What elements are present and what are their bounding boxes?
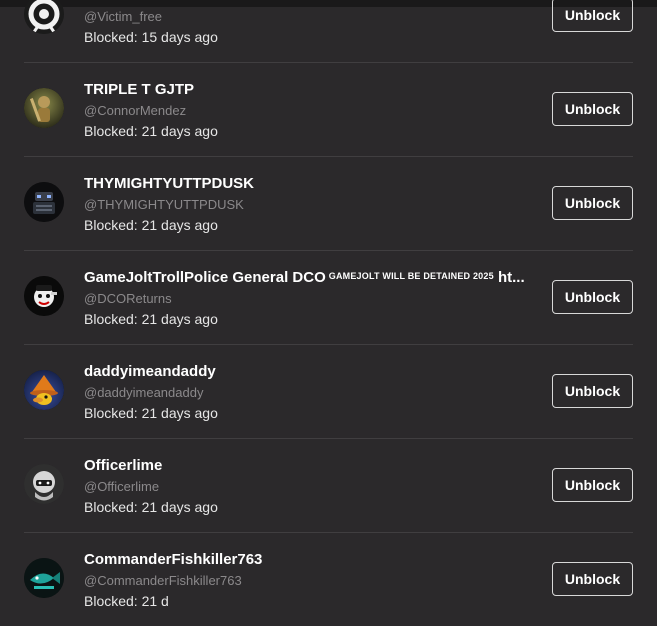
- user-handle[interactable]: @DCOReturns: [84, 291, 172, 306]
- user-handle[interactable]: @ConnorMendez: [84, 103, 186, 118]
- blocked-user-row: Officerlime @Officerlime Blocked: 21 day…: [24, 439, 633, 533]
- user-handle[interactable]: @THYMIGHTYUTTPDUSK: [84, 197, 244, 212]
- blocked-user-row: TRIPLE T GJTP @ConnorMendez Blocked: 21 …: [24, 63, 633, 157]
- user-handle[interactable]: @Victim_free: [84, 9, 162, 24]
- blocked-user-row: CommanderFishkiller763 @CommanderFishkil…: [24, 533, 633, 626]
- user-handle[interactable]: @Officerlime: [84, 479, 159, 494]
- user-display-name-text: GameJoltTrollPolice General DCO: [84, 269, 326, 286]
- unblock-button[interactable]: Unblock: [552, 468, 633, 502]
- blocked-duration: Blocked: 21 days ago: [84, 123, 218, 139]
- blocked-user-row: daddyimeandaddy @daddyimeandaddy Blocked…: [24, 345, 633, 439]
- blocked-duration: Blocked: 21 days ago: [84, 405, 218, 421]
- blocked-duration: Blocked: 21 days ago: [84, 217, 218, 233]
- user-display-name[interactable]: CommanderFishkiller763: [84, 551, 262, 568]
- wizard-avatar-icon[interactable]: [24, 370, 64, 410]
- user-display-name[interactable]: Officerlime: [84, 457, 162, 474]
- unblock-button[interactable]: Unblock: [552, 0, 633, 32]
- victim-avatar-icon[interactable]: [24, 0, 64, 34]
- helmet-avatar-icon[interactable]: [24, 464, 64, 504]
- user-display-name-tag: GAMEJOLT WILL BE DETAINED 2025: [328, 271, 494, 281]
- user-display-name-suffix: ht...: [497, 269, 525, 286]
- blocked-user-row: THYMIGHTYUTTPDUSK @THYMIGHTYUTTPDUSK Blo…: [24, 157, 633, 251]
- blocked-duration: Blocked: 21 d: [84, 593, 169, 609]
- user-display-name[interactable]: THYMIGHTYUTTPDUSK: [84, 175, 254, 192]
- unblock-button[interactable]: Unblock: [552, 186, 633, 220]
- blocked-duration: Blocked: 15 days ago: [84, 29, 218, 45]
- blocked-user-row: @Victim_free Blocked: 15 days ago Unbloc…: [24, 0, 633, 63]
- blocked-duration: Blocked: 21 days ago: [84, 311, 218, 327]
- fish-avatar-icon[interactable]: [24, 558, 64, 598]
- user-display-name[interactable]: GameJoltTrollPolice General DCO GAMEJOLT …: [84, 269, 525, 286]
- robot-avatar-icon[interactable]: [24, 182, 64, 222]
- police-avatar-icon[interactable]: [24, 276, 64, 316]
- unblock-button[interactable]: Unblock: [552, 280, 633, 314]
- blocked-duration: Blocked: 21 days ago: [84, 499, 218, 515]
- character-avatar-icon[interactable]: [24, 88, 64, 128]
- user-display-name[interactable]: TRIPLE T GJTP: [84, 81, 194, 98]
- unblock-button[interactable]: Unblock: [552, 92, 633, 126]
- user-handle[interactable]: @CommanderFishkiller763: [84, 573, 242, 588]
- unblock-button[interactable]: Unblock: [552, 562, 633, 596]
- user-handle[interactable]: @daddyimeandaddy: [84, 385, 203, 400]
- blocked-users-list: @Victim_free Blocked: 15 days ago Unbloc…: [24, 0, 633, 626]
- user-display-name[interactable]: daddyimeandaddy: [84, 363, 216, 380]
- unblock-button[interactable]: Unblock: [552, 374, 633, 408]
- blocked-user-row: GameJoltTrollPolice General DCO GAMEJOLT …: [24, 251, 633, 345]
